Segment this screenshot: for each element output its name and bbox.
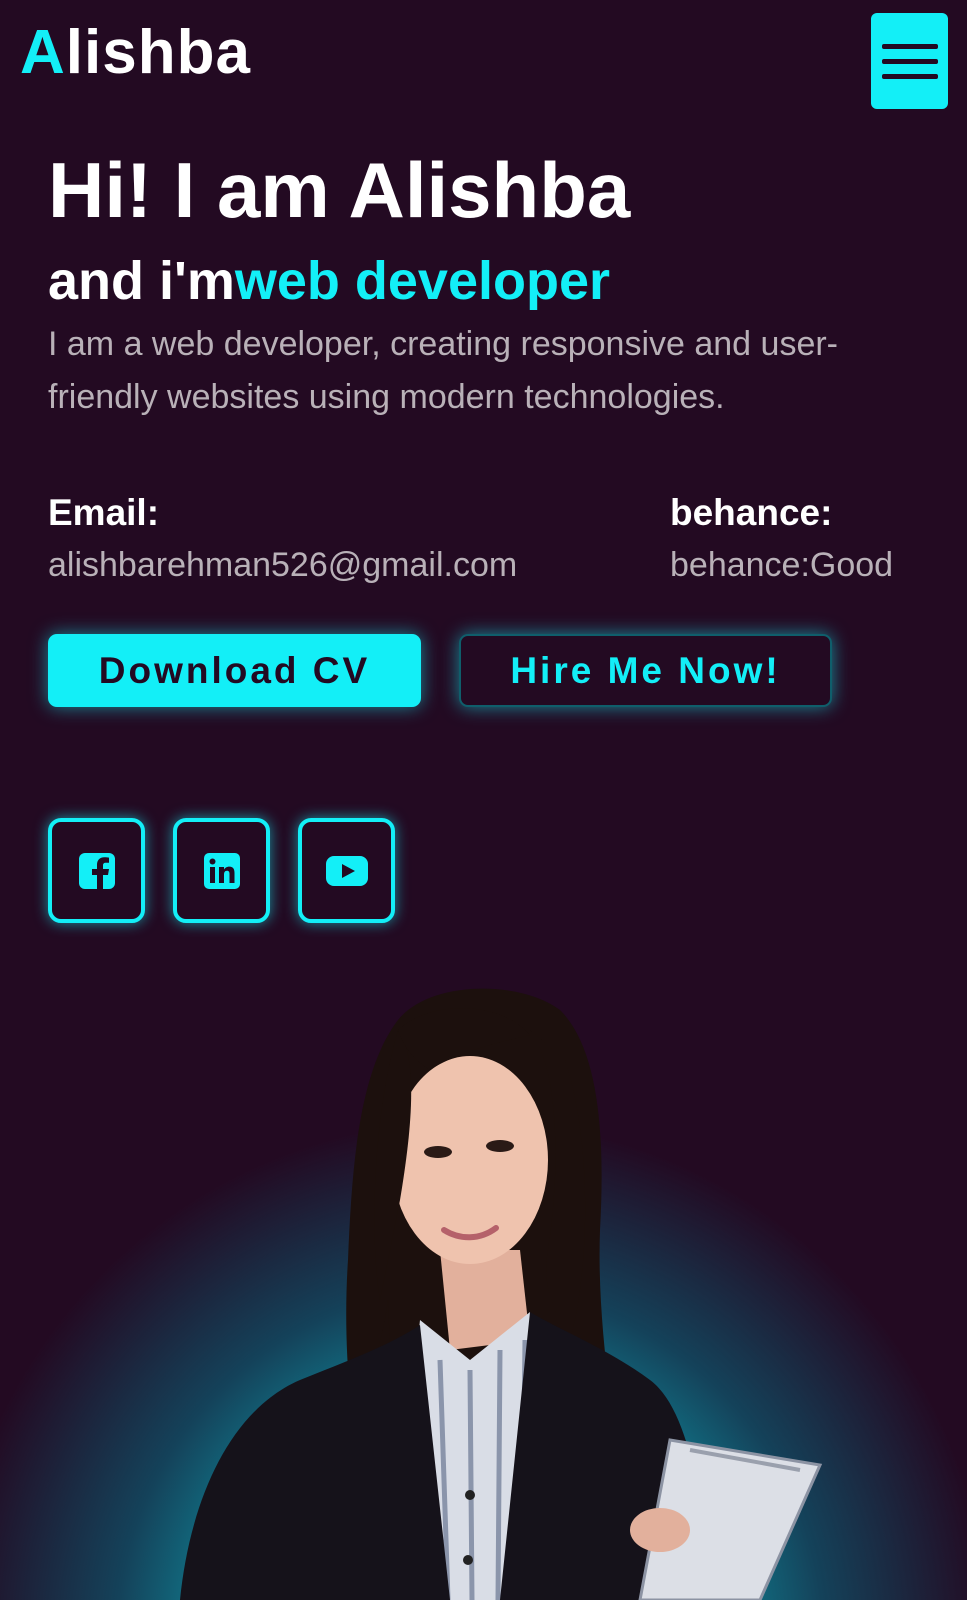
hero-subtitle-prefix: and i'm [48, 251, 235, 311]
logo-initial: A [20, 18, 66, 87]
logo-rest: lishba [65, 18, 251, 87]
hero-title: Hi! I am Alishba [48, 146, 631, 234]
facebook-link[interactable] [48, 818, 145, 923]
hamburger-menu-icon-bar [881, 73, 938, 79]
linkedin-link[interactable] [173, 818, 270, 923]
download-cv-button[interactable]: Download CV [48, 634, 421, 707]
hamburger-menu-icon-bar [881, 58, 938, 64]
site-logo[interactable]: Alishba [20, 22, 251, 84]
hire-me-button[interactable]: Hire Me Now! [459, 634, 832, 707]
hero-subtitle: and i'mweb developer [48, 251, 611, 311]
youtube-icon [325, 855, 368, 886]
hamburger-menu-icon-bar [881, 43, 938, 49]
behance-value: behance:Good [670, 546, 894, 584]
facebook-icon [78, 852, 115, 889]
hero-description: I am a web developer, creating responsiv… [48, 325, 839, 416]
hero-subtitle-role: web developer [234, 251, 611, 311]
youtube-link[interactable] [298, 818, 395, 923]
hamburger-menu-button[interactable] [871, 13, 948, 109]
behance-label: behance: [670, 492, 833, 533]
profile-portrait-image [180, 988, 823, 1600]
linkedin-icon [203, 852, 240, 889]
email-label: Email: [48, 492, 160, 533]
email-value: alishbarehman526@gmail.com [48, 546, 518, 584]
